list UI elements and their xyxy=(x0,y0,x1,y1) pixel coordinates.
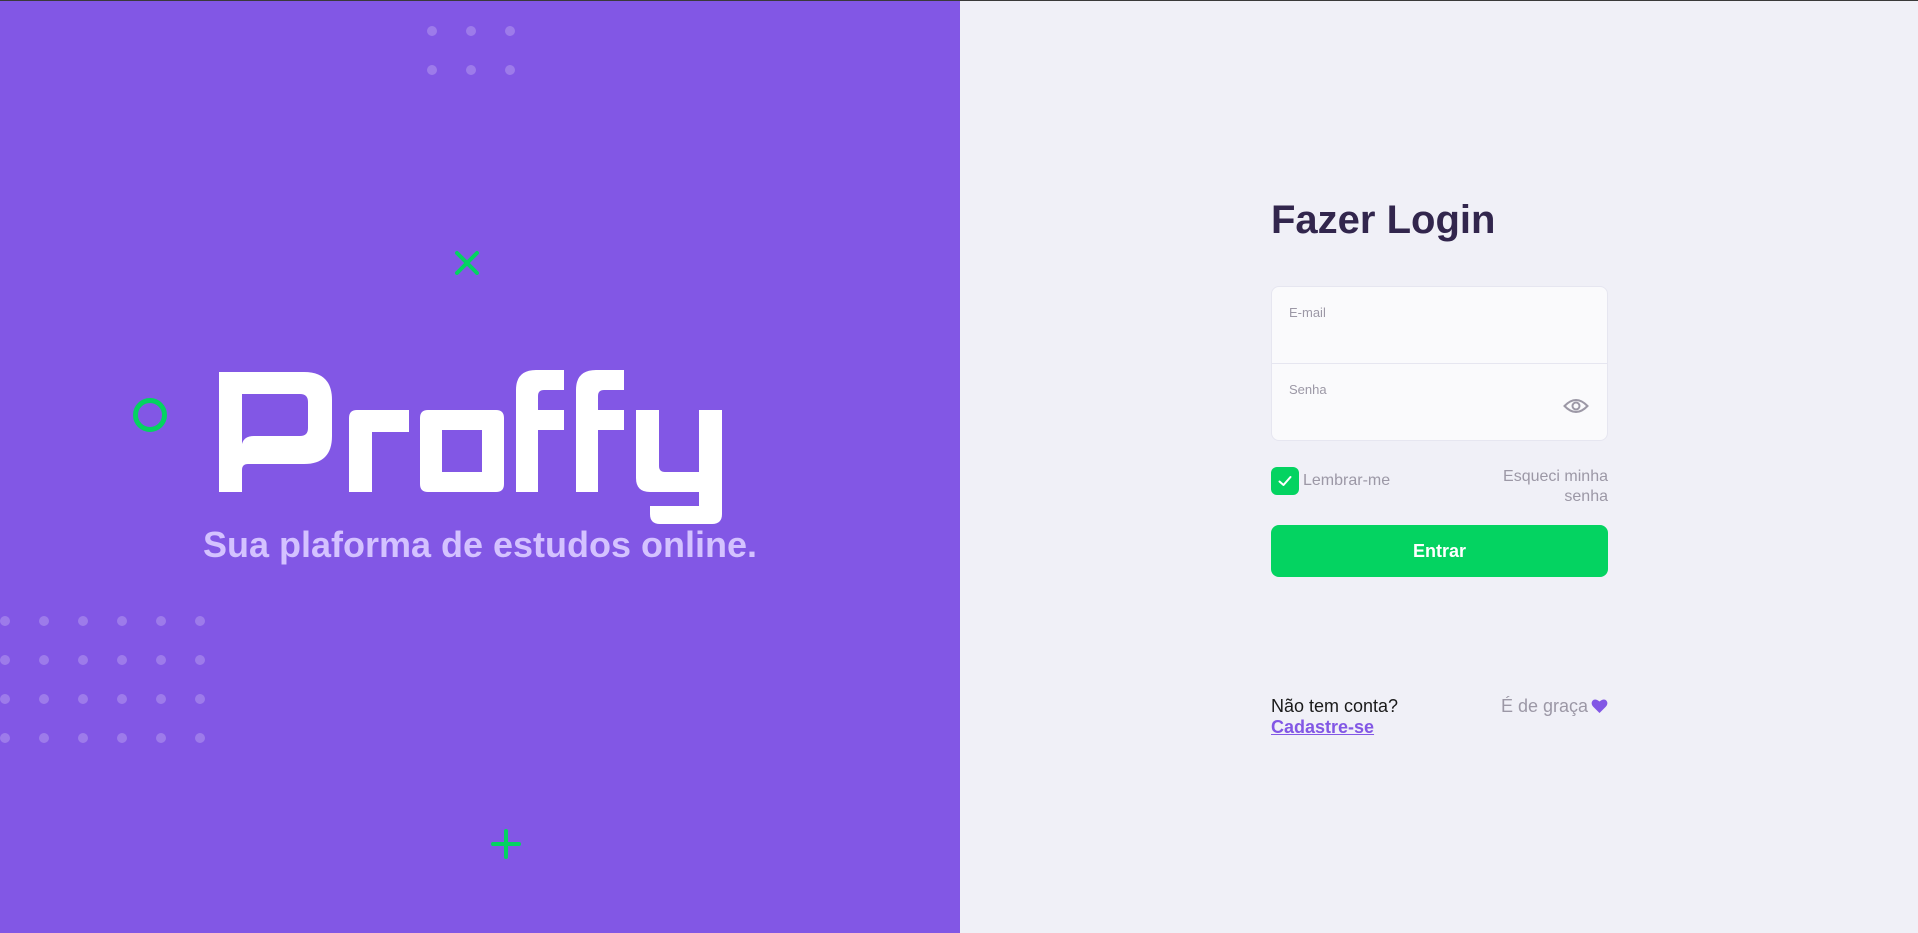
signup-link[interactable]: Cadastre-se xyxy=(1271,716,1374,738)
brand-tagline: Sua plaforma de estudos online. xyxy=(202,524,758,565)
password-input[interactable] xyxy=(1289,402,1569,430)
free-text: É de graça xyxy=(1500,696,1588,716)
page-title: Fazer Login xyxy=(1271,198,1496,242)
decorative-circle-icon xyxy=(133,398,167,432)
password-label: Senha xyxy=(1289,382,1327,397)
brand-panel: Sua plaforma de estudos online. xyxy=(0,0,960,933)
decorative-x-icon xyxy=(455,251,479,275)
eye-icon[interactable] xyxy=(1563,396,1589,416)
no-account-text: Não tem conta? xyxy=(1271,696,1399,716)
decorative-dots-bottom xyxy=(0,616,205,743)
forgot-password-link[interactable]: Esqueci minha senha xyxy=(1458,467,1608,507)
proffy-logo xyxy=(219,370,722,524)
window-top-border xyxy=(0,0,1918,1)
login-form: E-mail Senha xyxy=(1271,286,1608,441)
login-button[interactable]: Entrar xyxy=(1271,525,1608,577)
remember-checkbox[interactable] xyxy=(1271,467,1299,495)
heart-icon xyxy=(1591,699,1608,713)
password-field[interactable]: Senha xyxy=(1272,364,1607,440)
email-label: E-mail xyxy=(1289,305,1326,320)
decorative-dots-top xyxy=(427,26,515,75)
email-input[interactable] xyxy=(1289,325,1569,353)
decorative-plus-icon xyxy=(491,829,521,859)
check-icon xyxy=(1278,476,1292,486)
remember-label[interactable]: Lembrar-me xyxy=(1303,471,1390,491)
email-field[interactable]: E-mail xyxy=(1272,287,1607,364)
login-panel xyxy=(960,0,1918,933)
